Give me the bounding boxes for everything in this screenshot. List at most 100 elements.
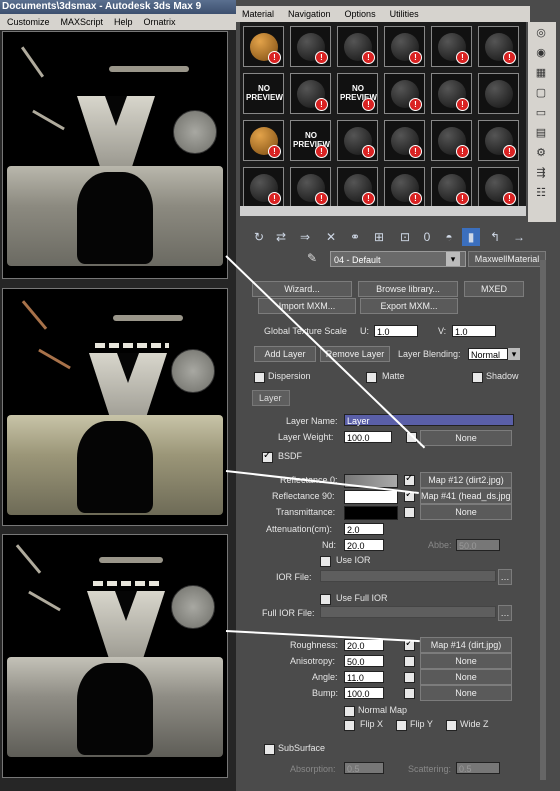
material-navigator-icon[interactable]: ☷ bbox=[532, 184, 550, 202]
angle-map-checkbox[interactable] bbox=[404, 672, 415, 683]
pick-material-icon[interactable]: ✎ bbox=[302, 251, 322, 267]
assign-material-icon[interactable]: ⇒ bbox=[296, 228, 314, 246]
add-layer-button[interactable]: Add Layer bbox=[254, 346, 316, 362]
flip-x-checkbox[interactable] bbox=[344, 720, 355, 731]
material-slot[interactable]: ! bbox=[290, 26, 331, 67]
menu-ornatrix[interactable]: Ornatrix bbox=[144, 17, 176, 27]
video-check-icon[interactable]: ▭ bbox=[532, 104, 550, 122]
menu-material[interactable]: Material bbox=[242, 9, 274, 19]
material-slot[interactable]: ! bbox=[337, 167, 378, 208]
material-slot[interactable]: NO PREVIEW bbox=[243, 73, 284, 114]
wide-z-checkbox[interactable] bbox=[446, 720, 457, 731]
nd-input[interactable]: 20.0 bbox=[344, 539, 384, 551]
bump-input[interactable]: 100.0 bbox=[344, 687, 384, 699]
bump-map-checkbox[interactable] bbox=[404, 688, 415, 699]
anisotropy-map-button[interactable]: None bbox=[420, 653, 512, 669]
v-scale-input[interactable]: 1.0 bbox=[452, 325, 496, 337]
bsdf-checkbox[interactable] bbox=[262, 450, 273, 463]
material-slot[interactable]: ! bbox=[337, 120, 378, 161]
material-slot[interactable] bbox=[478, 73, 519, 114]
show-end-result-icon[interactable]: ▮ bbox=[462, 228, 480, 246]
attenuation-input[interactable]: 2.0 bbox=[344, 523, 384, 535]
material-slot[interactable]: ! bbox=[478, 167, 519, 208]
material-slot[interactable]: ! bbox=[243, 120, 284, 161]
material-slot[interactable]: ! bbox=[290, 73, 331, 114]
dispersion-checkbox[interactable] bbox=[254, 372, 265, 383]
material-slot[interactable]: NO PREVIEW! bbox=[337, 73, 378, 114]
viewport-texture-2[interactable] bbox=[2, 288, 228, 526]
select-by-material-icon[interactable]: ⇶ bbox=[532, 164, 550, 182]
make-unique-icon[interactable]: ⊞ bbox=[370, 228, 388, 246]
material-effects-channel-icon[interactable]: 0 bbox=[418, 228, 436, 246]
sample-type-icon[interactable]: ◎ bbox=[532, 24, 550, 42]
copy-material-icon[interactable]: ⚭ bbox=[346, 228, 364, 246]
layer-tab[interactable]: Layer bbox=[252, 390, 290, 406]
transmittance-map-button[interactable]: None bbox=[420, 504, 512, 520]
reflectance0-map-checkbox[interactable] bbox=[404, 473, 415, 486]
chevron-down-icon[interactable]: ▾ bbox=[508, 348, 520, 360]
put-to-library-icon[interactable]: ⊡ bbox=[396, 228, 414, 246]
u-scale-input[interactable]: 1.0 bbox=[374, 325, 418, 337]
options-icon[interactable]: ⚙ bbox=[532, 144, 550, 162]
menu-navigation[interactable]: Navigation bbox=[288, 9, 331, 19]
roughness-input[interactable]: 20.0 bbox=[344, 639, 384, 651]
panel-scrollbar[interactable] bbox=[540, 260, 546, 780]
menu-options[interactable]: Options bbox=[345, 9, 376, 19]
menu-customize[interactable]: Customize bbox=[7, 17, 50, 27]
material-slot[interactable]: ! bbox=[431, 167, 472, 208]
mxed-button[interactable]: MXED bbox=[464, 281, 524, 297]
ior-file-input[interactable] bbox=[320, 570, 496, 582]
angle-input[interactable]: 11.0 bbox=[344, 671, 384, 683]
full-ior-file-input[interactable] bbox=[320, 606, 496, 618]
transmittance-map-checkbox[interactable] bbox=[404, 507, 415, 518]
material-type-button[interactable]: MaxwellMaterial bbox=[468, 251, 546, 267]
material-slot[interactable]: ! bbox=[478, 120, 519, 161]
go-forward-icon[interactable]: → bbox=[510, 228, 528, 246]
browse-library-button[interactable]: Browse library... bbox=[358, 281, 458, 297]
make-preview-icon[interactable]: ▤ bbox=[532, 124, 550, 142]
material-slot[interactable]: ! bbox=[290, 167, 331, 208]
use-ior-checkbox[interactable] bbox=[320, 556, 331, 567]
backlight-icon[interactable]: ◉ bbox=[532, 44, 550, 62]
menu-help[interactable]: Help bbox=[114, 17, 133, 27]
go-to-parent-icon[interactable]: ↰ bbox=[486, 228, 504, 246]
layer-blending-select[interactable]: Normal bbox=[468, 348, 508, 360]
subsurface-checkbox[interactable] bbox=[264, 744, 275, 755]
material-slot[interactable]: ! bbox=[478, 26, 519, 67]
layer-weight-input[interactable]: 100.0 bbox=[344, 431, 392, 443]
material-name-dropdown-icon[interactable]: ▾ bbox=[446, 252, 460, 266]
angle-map-button[interactable]: None bbox=[420, 669, 512, 685]
anisotropy-input[interactable]: 50.0 bbox=[344, 655, 384, 667]
get-material-icon[interactable]: ↻ bbox=[250, 228, 268, 246]
material-slot[interactable]: ! bbox=[384, 73, 425, 114]
material-slot[interactable]: ! bbox=[337, 26, 378, 67]
shadow-checkbox[interactable] bbox=[472, 372, 483, 383]
layer-name-input[interactable]: Layer bbox=[344, 414, 514, 426]
bump-map-button[interactable]: None bbox=[420, 685, 512, 701]
viewport-texture-3[interactable] bbox=[2, 534, 228, 778]
slots-scrollbar[interactable] bbox=[240, 206, 526, 216]
roughness-map-button[interactable]: Map #14 (dirt.jpg) bbox=[420, 637, 512, 653]
reflectance90-map-button[interactable]: Map #41 (head_ds.jpg) bbox=[420, 488, 512, 504]
material-slot[interactable]: ! bbox=[384, 167, 425, 208]
material-slot[interactable]: ! bbox=[431, 120, 472, 161]
show-map-icon[interactable]: ◓ bbox=[440, 228, 458, 246]
use-full-ior-checkbox[interactable] bbox=[320, 594, 331, 605]
reflectance90-swatch[interactable] bbox=[344, 490, 398, 504]
full-ior-file-browse-button[interactable]: … bbox=[498, 605, 512, 621]
layer-weight-map-button[interactable]: None bbox=[420, 430, 512, 446]
menu-utilities[interactable]: Utilities bbox=[390, 9, 419, 19]
export-mxm-button[interactable]: Export MXM... bbox=[360, 298, 458, 314]
flip-y-checkbox[interactable] bbox=[396, 720, 407, 731]
reset-map-icon[interactable]: ✕ bbox=[322, 228, 340, 246]
material-slot[interactable]: ! bbox=[431, 26, 472, 67]
matte-checkbox[interactable] bbox=[366, 372, 377, 383]
material-slot[interactable]: ! bbox=[431, 73, 472, 114]
remove-layer-button[interactable]: Remove Layer bbox=[320, 346, 390, 362]
reflectance0-map-button[interactable]: Map #12 (dirt2.jpg) bbox=[420, 472, 512, 488]
material-slot[interactable]: ! bbox=[384, 120, 425, 161]
menu-maxscript[interactable]: MAXScript bbox=[61, 17, 104, 27]
anisotropy-map-checkbox[interactable] bbox=[404, 656, 415, 667]
background-icon[interactable]: ▦ bbox=[532, 64, 550, 82]
uv-tiling-icon[interactable]: ▢ bbox=[532, 84, 550, 102]
